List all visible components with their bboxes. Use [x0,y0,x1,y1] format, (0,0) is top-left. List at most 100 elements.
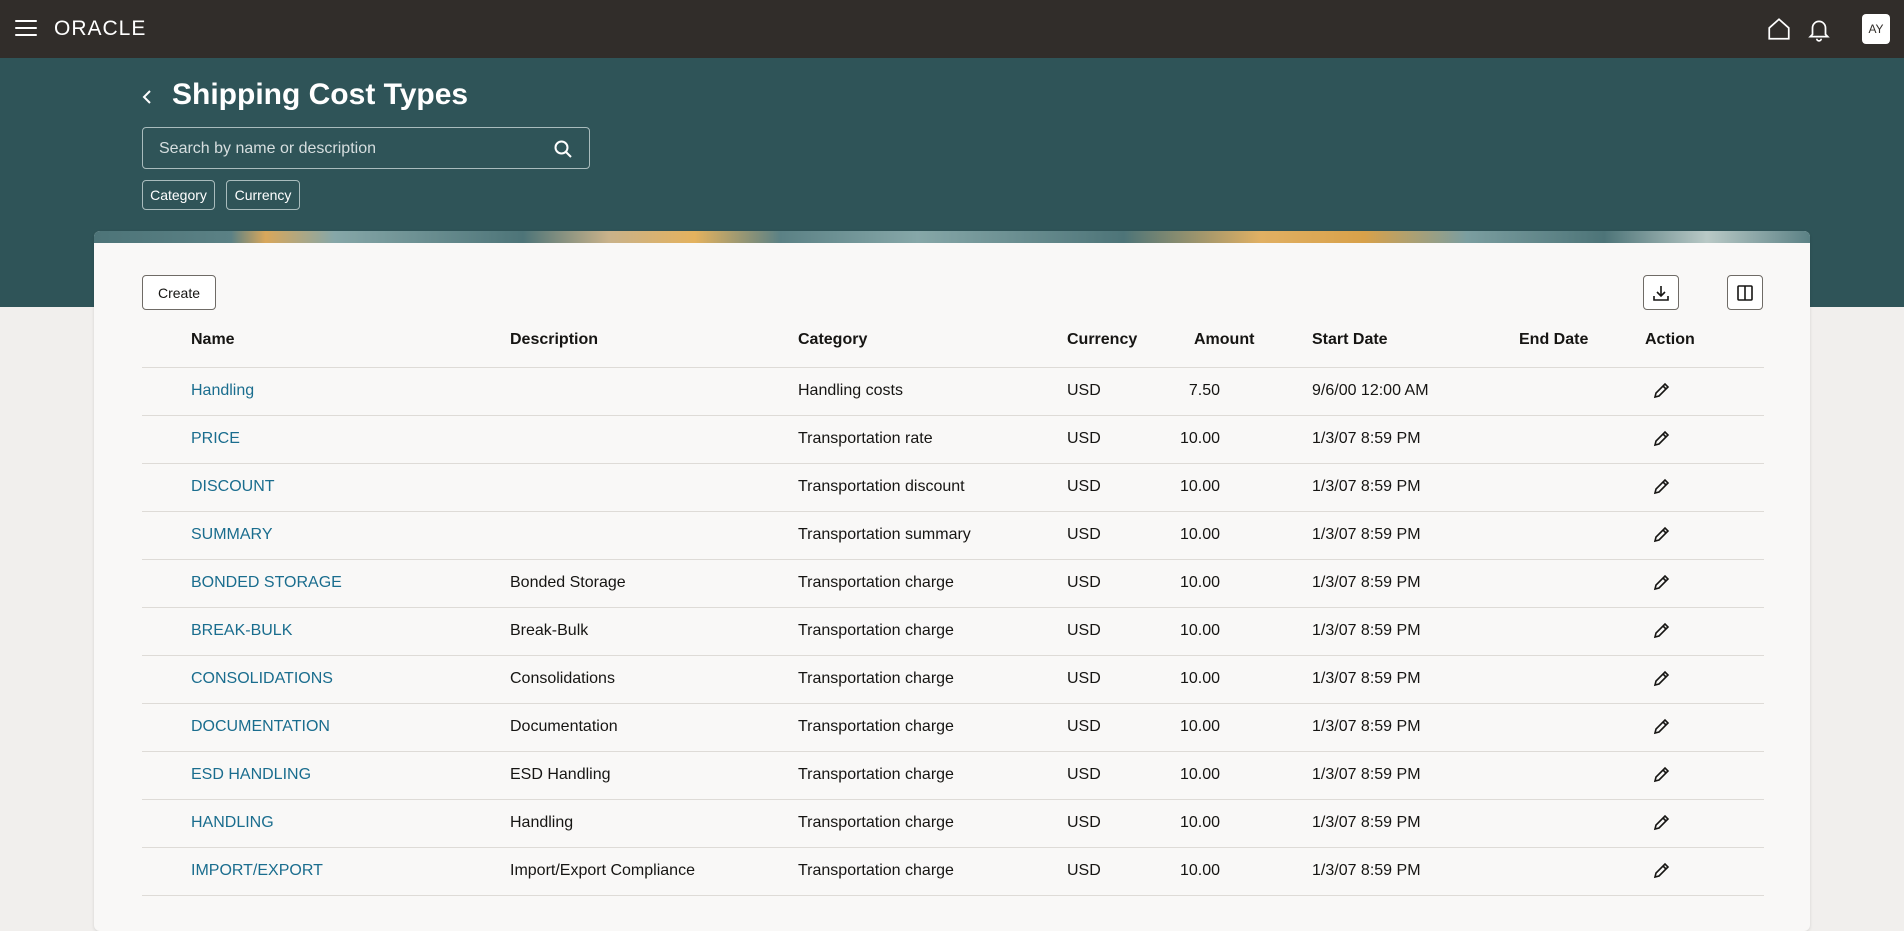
cell-category: Handling costs [798,382,903,399]
cell-name[interactable]: SUMMARY [191,526,273,544]
pencil-icon[interactable] [1652,572,1672,592]
table-row[interactable]: DISCOUNT Transportation discount USD 10.00 1… [142,464,1764,512]
cell-category: Transportation charge [798,574,954,591]
cell-currency: USD [1067,814,1101,831]
cell-category: Transportation charge [798,622,954,639]
cell-description: Handling [510,814,574,831]
cell-currency: USD [1067,430,1101,447]
cell-name[interactable]: CONSOLIDATIONS [191,670,333,688]
table-row[interactable]: HANDLING Handling Transportation charge USD… [142,800,1764,848]
cell-name[interactable]: IMPORT/EXPORT [191,862,323,880]
cell-description: Import/Export Compliance [510,862,695,879]
cell-start-date: 1/3/07 8:59 PM [1312,766,1421,783]
download-icon [1653,285,1669,301]
cell-start-date: 1/3/07 8:59 PM [1312,718,1421,735]
cell-name[interactable]: DISCOUNT [191,478,275,496]
chevron-left-icon[interactable] [138,87,158,107]
oracle-logo[interactable]: ORACLE [54,17,146,41]
cell-amount: 10.00 [1179,718,1220,735]
cell-amount: 10.00 [1179,862,1220,879]
filter-chip-category[interactable]: Category [142,180,215,210]
cell-currency: USD [1067,718,1101,735]
cell-currency: USD [1067,574,1101,591]
shipping-cost-types-table: Name Description Category Currency Amoun… [142,318,1764,896]
pencil-icon[interactable] [1652,812,1672,832]
pencil-icon[interactable] [1652,476,1672,496]
search-icon[interactable] [553,139,573,159]
column-header-amount[interactable]: Amount [1194,331,1254,349]
search-box [142,127,590,170]
cell-currency: USD [1067,622,1101,639]
column-header-currency[interactable]: Currency [1067,331,1137,349]
table-row[interactable]: PRICE Transportation rate USD 10.00 1/3/07 8… [142,416,1764,464]
columns-icon [1737,284,1753,301]
cell-amount: 10.00 [1179,670,1220,687]
column-header-action: Action [1645,331,1695,348]
table-row[interactable]: BREAK-BULK Break-Bulk Transportation charg… [142,608,1764,656]
pencil-icon[interactable] [1652,620,1672,640]
pencil-icon[interactable] [1652,428,1672,448]
cell-category: Transportation charge [798,670,954,687]
cell-category: Transportation summary [798,526,971,543]
table-row[interactable]: IMPORT/EXPORT Import/Export Compliance Tra… [142,848,1764,896]
cell-amount: 7.50 [1188,382,1220,399]
column-header-start-date[interactable]: Start Date [1312,331,1388,349]
pencil-icon[interactable] [1652,860,1672,880]
cell-amount: 10.00 [1179,814,1220,831]
cell-start-date: 1/3/07 8:59 PM [1312,430,1421,447]
cell-name[interactable]: Handling [191,382,254,400]
pencil-icon[interactable] [1652,524,1672,544]
table-row[interactable]: ESD HANDLING ESD Handling Transportation c… [142,752,1764,800]
create-button[interactable]: Create [142,275,216,310]
table-row[interactable]: DOCUMENTATION Documentation Transportation… [142,704,1764,752]
cell-description: Break-Bulk [510,622,589,639]
cell-currency: USD [1067,670,1101,687]
cell-name[interactable]: ESD HANDLING [191,766,311,784]
page-title: Shipping Cost Types [172,78,469,111]
filter-chip-currency[interactable]: Currency [226,180,300,210]
cell-description: Bonded Storage [510,574,626,591]
table-header: Name Description Category Currency Amoun… [142,318,1764,368]
user-avatar[interactable]: AY [1862,14,1890,44]
column-header-category[interactable]: Category [798,331,867,349]
top-bar: ORACLE AY [0,0,1904,58]
bell-icon[interactable] [1806,16,1832,42]
cell-category: Transportation charge [798,862,954,879]
column-header-end-date[interactable]: End Date [1519,331,1588,349]
pencil-icon[interactable] [1652,380,1672,400]
cell-name[interactable]: BREAK-BULK [191,622,292,640]
pencil-icon[interactable] [1652,716,1672,736]
table-body: Handling Handling costs USD 7.50 9/6/00 12:0… [142,368,1764,896]
cell-name[interactable]: PRICE [191,430,240,448]
cell-name[interactable]: DOCUMENTATION [191,718,330,736]
pencil-icon[interactable] [1652,764,1672,784]
table-row[interactable]: Handling Handling costs USD 7.50 9/6/00 12:0… [142,368,1764,416]
cell-start-date: 1/3/07 8:59 PM [1312,622,1421,639]
cell-category: Transportation charge [798,766,954,783]
cell-category: Transportation charge [798,814,954,831]
table-row[interactable]: CONSOLIDATIONS Consolidations Transportati… [142,656,1764,704]
search-input[interactable] [143,128,551,170]
cell-currency: USD [1067,382,1101,399]
cell-amount: 10.00 [1179,526,1220,543]
cell-currency: USD [1067,862,1101,879]
pencil-icon[interactable] [1652,668,1672,688]
cell-name[interactable]: HANDLING [191,814,274,832]
cell-amount: 10.00 [1179,478,1220,495]
cell-start-date: 1/3/07 8:59 PM [1312,526,1421,543]
columns-button[interactable] [1727,275,1763,310]
home-icon[interactable] [1766,16,1792,42]
hamburger-menu-icon[interactable] [15,20,37,38]
cell-start-date: 1/3/07 8:59 PM [1312,670,1421,687]
cell-description: ESD Handling [510,766,611,783]
cell-category: Transportation discount [798,478,965,495]
table-row[interactable]: BONDED STORAGE Bonded Storage Transportati… [142,560,1764,608]
cell-name[interactable]: BONDED STORAGE [191,574,342,592]
cell-amount: 10.00 [1179,766,1220,783]
download-button[interactable] [1643,275,1679,310]
column-header-name[interactable]: Name [191,331,235,349]
cell-amount: 10.00 [1179,622,1220,639]
column-header-description[interactable]: Description [510,331,598,349]
table-row[interactable]: SUMMARY Transportation summary USD 10.00 1/3… [142,512,1764,560]
cell-description: Consolidations [510,670,615,687]
